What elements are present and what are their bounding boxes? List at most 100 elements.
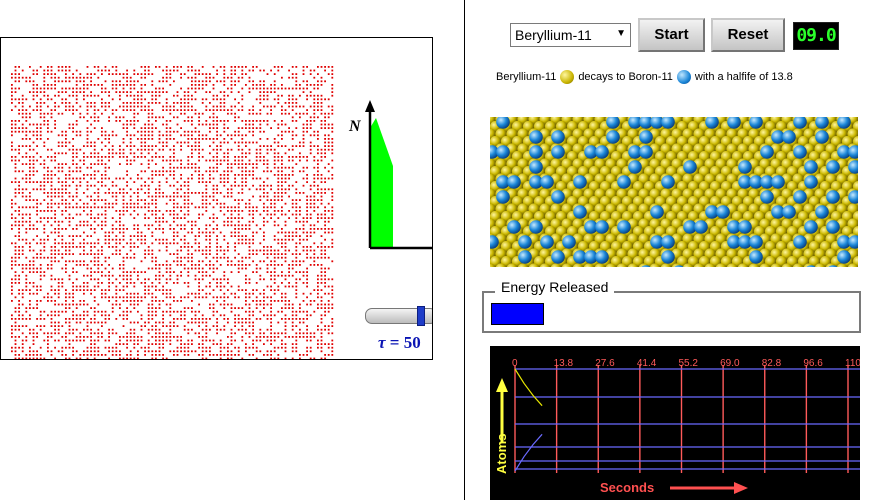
atom-dot [93, 314, 96, 317]
atom-dot [93, 109, 96, 111]
atom-dot [277, 145, 280, 147]
atom-dot [212, 228, 215, 230]
atom-dot [277, 238, 280, 241]
atom-dot [284, 235, 287, 237]
atom-dot [223, 159, 226, 162]
atom-dot [18, 192, 20, 194]
atom-dot [140, 271, 143, 273]
atom-dot [29, 224, 31, 227]
atom-dot [11, 206, 13, 209]
atom-dot [263, 195, 265, 198]
atom-dot [57, 339, 60, 342]
atom-dot [173, 202, 175, 205]
atom-dot [158, 224, 161, 227]
atom-dot [194, 91, 197, 93]
isotope-select[interactable]: Beryllium-11 ▼ [510, 23, 631, 47]
atom-dot [205, 120, 208, 122]
atom-dot [43, 224, 46, 227]
atom-dot [234, 84, 236, 86]
atom-dot [248, 325, 251, 327]
atom-dot [187, 321, 190, 324]
atom-dot [72, 303, 74, 306]
tau-slider-thumb[interactable] [417, 306, 425, 326]
atom-dot [248, 228, 251, 230]
atom-dot [194, 292, 197, 295]
atom-dot [183, 350, 186, 353]
atom-dot [266, 98, 269, 101]
atom-dot [11, 98, 13, 101]
atom-dot [68, 339, 71, 342]
atom-dot [223, 235, 226, 237]
atom-dot [173, 206, 175, 209]
atom-dot [97, 282, 100, 284]
start-button[interactable]: Start [638, 18, 705, 52]
atom-dot [299, 260, 301, 263]
atom-dot [223, 292, 226, 295]
atom-dot [317, 303, 319, 306]
atom-dot [165, 130, 168, 133]
atom-dot [309, 69, 312, 72]
atom-dot [61, 253, 64, 255]
atom-dot [90, 253, 92, 255]
atom-dot [47, 127, 49, 129]
atom-dot [126, 127, 128, 129]
atom-dot [259, 94, 262, 97]
atom-dot [169, 138, 172, 140]
atom-dot [187, 282, 190, 284]
atom-dot [205, 285, 208, 288]
atom-dot [111, 184, 114, 187]
atom-dot [273, 339, 276, 342]
atom-dot [18, 130, 20, 133]
atom-dot [158, 94, 161, 97]
atom-dot [209, 354, 211, 356]
atom-dot [72, 217, 74, 219]
atom-dot [299, 112, 301, 115]
atom-dot [324, 271, 326, 273]
atom-dot [317, 339, 319, 342]
atom-dot [165, 242, 168, 245]
atom-dot [281, 206, 283, 209]
atom-dot [227, 152, 229, 155]
atom-dot [281, 163, 283, 165]
atom-dot [295, 346, 298, 349]
atom-dot [50, 310, 53, 313]
atom-dot [237, 285, 240, 288]
atom-dot [14, 123, 17, 126]
atom-dot [266, 210, 269, 212]
atom-dot [137, 102, 139, 104]
atom-dot [281, 181, 283, 183]
atom-dot [295, 318, 298, 320]
atom-dot [284, 256, 287, 259]
atom-dot [194, 138, 197, 140]
atom-dot [29, 159, 31, 162]
reset-button[interactable]: Reset [711, 18, 785, 52]
atom-dot [162, 174, 164, 176]
atom-dot [11, 278, 13, 281]
remaining-fill [370, 118, 393, 248]
atom-dot [133, 192, 136, 194]
atom-dot [327, 325, 330, 327]
atom-dot [306, 303, 308, 306]
atom-dot [309, 73, 312, 75]
atom-dot [281, 166, 283, 169]
atom-dot [133, 336, 136, 338]
atom-dot [54, 260, 56, 263]
atom-dot [57, 231, 60, 234]
atom-dot [201, 346, 204, 349]
atom-dot [201, 350, 204, 353]
atom-dot [65, 184, 67, 187]
atom-dot [36, 123, 38, 126]
atom-dot [97, 192, 100, 194]
atom-dot [119, 210, 121, 212]
atom-dot [126, 336, 128, 338]
atom-dot [101, 314, 103, 317]
atom-dot [21, 123, 24, 126]
atom-dot [259, 127, 262, 129]
atom-dot [122, 188, 125, 191]
atom-dot [83, 336, 85, 338]
atom-dot [173, 152, 175, 155]
atom-dot [93, 184, 96, 187]
atom-dot [126, 130, 128, 133]
atom-dot [284, 357, 287, 359]
atom-dot [281, 87, 283, 90]
